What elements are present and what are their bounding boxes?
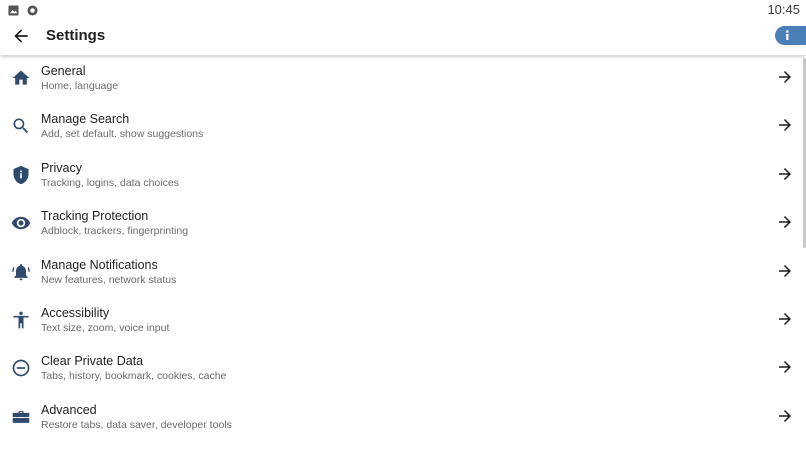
- status-time: 10:45: [767, 2, 800, 17]
- settings-item-label: Advanced: [41, 402, 97, 417]
- settings-item-label: Clear Private Data: [41, 354, 144, 369]
- settings-item-manage-notifications[interactable]: Manage Notifications New features, netwo…: [0, 249, 806, 297]
- settings-item-subtitle: Text size, zoom, voice input: [41, 321, 170, 334]
- settings-item-clear-private-data[interactable]: Clear Private Data Tabs, history, bookma…: [0, 345, 806, 393]
- info-icon: [786, 30, 789, 40]
- settings-item-subtitle: Home, language: [41, 80, 119, 92]
- settings-item-privacy[interactable]: Privacy Tracking, logins, data choices: [0, 152, 806, 200]
- settings-item-advanced[interactable]: Advanced Restore tabs, data saver, devel…: [0, 394, 806, 442]
- settings-list: General Home, language Manage Search Add…: [0, 55, 806, 442]
- eye-icon: [11, 213, 31, 233]
- settings-item-subtitle: Restore tabs, data saver, developer tool…: [41, 418, 232, 431]
- toolbar: Settings: [0, 18, 806, 55]
- settings-item-tracking-protection[interactable]: Tracking Protection Adblock, trackers, f…: [0, 200, 806, 248]
- arrow-forward-icon: [776, 407, 794, 425]
- shield-icon: [11, 165, 31, 185]
- arrow-forward-icon: [776, 116, 794, 134]
- toolbox-icon: [11, 407, 31, 427]
- arrow-forward-icon: [776, 213, 794, 231]
- arrow-forward-icon: [776, 358, 794, 376]
- settings-item-manage-search[interactable]: Manage Search Add, set default. show sug…: [0, 103, 806, 151]
- settings-item-subtitle: Adblock, trackers, fingerprinting: [41, 225, 189, 238]
- arrow-forward-icon: [776, 310, 794, 328]
- settings-item-subtitle: Add, set default. show suggestions: [41, 128, 204, 141]
- info-button[interactable]: [775, 26, 806, 45]
- settings-item-label: Tracking Protection: [41, 209, 149, 224]
- status-bar: 10:45: [0, 0, 806, 18]
- home-icon: [11, 68, 31, 88]
- accessibility-icon: [11, 310, 31, 330]
- settings-item-subtitle: Tabs, history, bookmark, cookies, cache: [41, 370, 227, 383]
- back-arrow-icon[interactable]: [11, 26, 31, 46]
- settings-item-label: Accessibility: [41, 305, 110, 320]
- bell-icon: [11, 262, 31, 282]
- arrow-forward-icon: [776, 68, 794, 86]
- settings-item-label: Manage Search: [41, 112, 130, 127]
- arrow-forward-icon: [776, 165, 794, 183]
- settings-item-subtitle: Tracking, logins, data choices: [41, 176, 179, 189]
- search-icon: [11, 116, 31, 136]
- settings-item-label: General: [41, 64, 86, 78]
- arrow-forward-icon: [776, 262, 794, 280]
- minus-circle-icon: [11, 358, 31, 378]
- page-title: Settings: [46, 27, 106, 44]
- settings-item-accessibility[interactable]: Accessibility Text size, zoom, voice inp…: [0, 297, 806, 345]
- settings-item-general[interactable]: General Home, language: [0, 55, 806, 103]
- settings-item-subtitle: New features, network status: [41, 273, 177, 286]
- settings-item-label: Manage Notifications: [41, 257, 158, 272]
- settings-item-label: Privacy: [41, 160, 82, 175]
